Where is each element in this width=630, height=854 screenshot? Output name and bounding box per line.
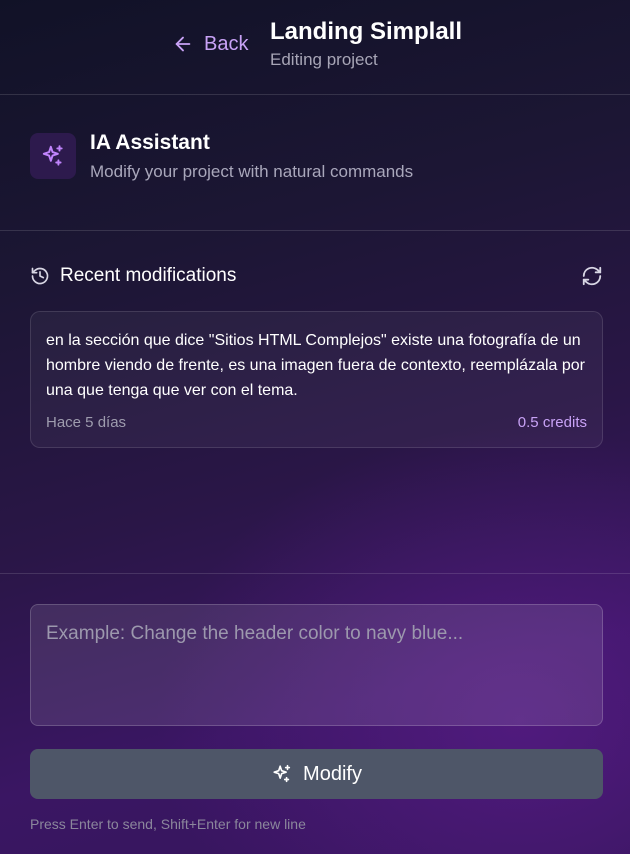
modify-button[interactable]: Modify [30,749,603,799]
arrow-left-icon [175,36,191,52]
modify-button-label: Modify [303,762,362,785]
prompt-input[interactable] [30,604,603,726]
section-divider [0,573,630,574]
page-subtitle: Editing project [270,50,378,69]
modification-card[interactable]: en la sección que dice "Sitios HTML Comp… [30,311,603,448]
page-title: Landing Simplall [270,18,463,45]
recent-modifications-title: Recent modifications [60,265,237,286]
back-button[interactable]: Back [172,30,248,58]
keyboard-hint: Press Enter to send, Shift+Enter for new… [30,816,306,832]
assistant-description: Modify your project with natural command… [90,162,414,181]
back-label: Back [204,32,249,55]
modification-text: en la sección que dice "Sitios HTML Comp… [46,332,585,399]
sparkles-icon [273,764,291,783]
assistant-icon-tile [30,133,76,179]
modification-credits: 0.5 credits [517,414,587,431]
assistant-title: IA Assistant [90,131,210,154]
refresh-icon[interactable] [581,265,603,287]
modification-time: Hace 5 días [46,414,127,431]
assistant-panel: IA Assistant Modify your project with na… [0,95,630,231]
history-icon [31,267,49,285]
recent-modifications-header: Recent modifications [30,262,603,290]
top-header: Back Landing Simplall Editing project [0,0,630,95]
sparkles-icon [42,145,63,166]
project-title-block: Landing Simplall Editing project [270,17,462,71]
